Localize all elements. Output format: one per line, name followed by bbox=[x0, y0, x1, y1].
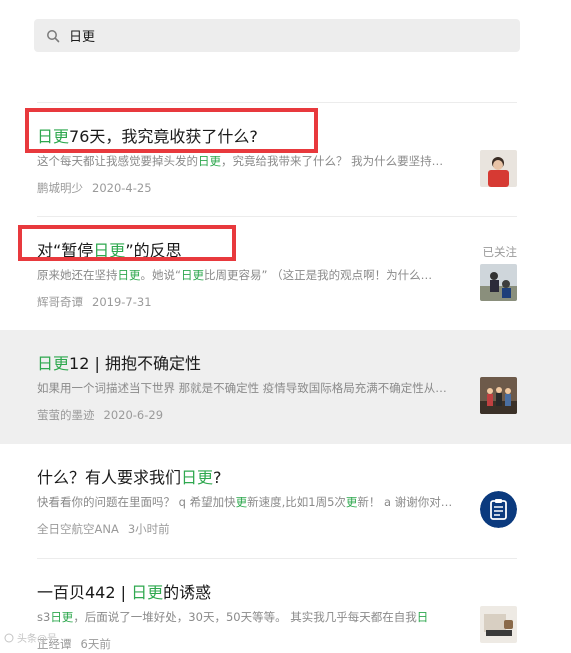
search-results: 日更76天，我究竟收获了什么? 这个每天都让我感觉要掉头发的日更，究竟给我带来了… bbox=[0, 102, 571, 653]
result-item[interactable]: 一百贝442 | 日更的诱惑 s3日更，后面说了一堆好处，30天，50天等等。 … bbox=[37, 558, 517, 653]
result-title[interactable]: 日更12 | 拥抱不确定性 bbox=[37, 354, 201, 374]
result-snippet: 如果用一个词描述当下世界 那就是不确定性 疫情导致国际格局充满不确定性从… bbox=[37, 381, 447, 395]
result-author[interactable]: 辉哥奇谭 bbox=[37, 295, 83, 309]
result-meta: 萤萤的墨迹 2020-6-29 bbox=[37, 407, 163, 423]
result-thumbnail[interactable] bbox=[480, 264, 517, 301]
search-icon bbox=[46, 29, 60, 43]
followed-badge: 已关注 bbox=[482, 245, 518, 259]
result-thumbnail[interactable] bbox=[480, 606, 517, 643]
result-date: 2020-4-25 bbox=[92, 181, 152, 195]
result-snippet: 原来她还在坚持日更。她说“日更比周更容易” （这正是我的观点啊！为什么… bbox=[37, 268, 433, 282]
result-date: 3小时前 bbox=[127, 522, 170, 536]
result-title[interactable]: 一百贝442 | 日更的诱惑 bbox=[37, 583, 211, 603]
result-item[interactable]: 什么？有人要求我们日更? 快看看你的问题在里面吗？ q 希望加快更新速度,比如1… bbox=[37, 444, 517, 558]
watermark: 头条@号 bbox=[4, 630, 57, 645]
result-thumbnail[interactable] bbox=[480, 150, 517, 187]
result-meta: 全日空航空ANA 3小时前 bbox=[37, 521, 170, 537]
result-snippet: 快看看你的问题在里面吗？ q 希望加快更新速度,比如1周5次更新！ a 谢谢你对… bbox=[37, 495, 453, 509]
result-snippet: s3日更，后面说了一堆好处，30天，50天等等。 其实我几乎每天都在自我日 bbox=[37, 610, 429, 624]
result-author[interactable]: 萤萤的墨迹 bbox=[37, 408, 95, 422]
result-title[interactable]: 什么？有人要求我们日更? bbox=[37, 468, 222, 488]
search-bar[interactable] bbox=[34, 19, 520, 52]
result-meta: 辉哥奇谭 2019-7-31 bbox=[37, 294, 152, 310]
watermark-logo-icon bbox=[4, 633, 14, 642]
result-date: 2019-7-31 bbox=[92, 295, 152, 309]
result-item[interactable]: 日更12 | 拥抱不确定性 如果用一个词描述当下世界 那就是不确定性 疫情导致国… bbox=[0, 330, 571, 444]
result-thumbnail[interactable] bbox=[480, 377, 517, 414]
result-snippet: 这个每天都让我感觉要掉头发的日更，究竟给我带来了什么？ 我为什么要坚持… bbox=[37, 154, 444, 168]
result-author[interactable]: 鹏城明少 bbox=[37, 181, 83, 195]
result-author[interactable]: 全日空航空ANA bbox=[37, 522, 119, 536]
search-input[interactable] bbox=[69, 19, 469, 52]
result-date: 6天前 bbox=[80, 637, 111, 651]
result-meta: 鹏城明少 2020-4-25 bbox=[37, 180, 152, 196]
clipboard-icon[interactable] bbox=[480, 491, 517, 528]
annotation-box bbox=[18, 225, 236, 261]
annotation-box bbox=[25, 108, 318, 153]
result-date: 2020-6-29 bbox=[103, 408, 164, 422]
